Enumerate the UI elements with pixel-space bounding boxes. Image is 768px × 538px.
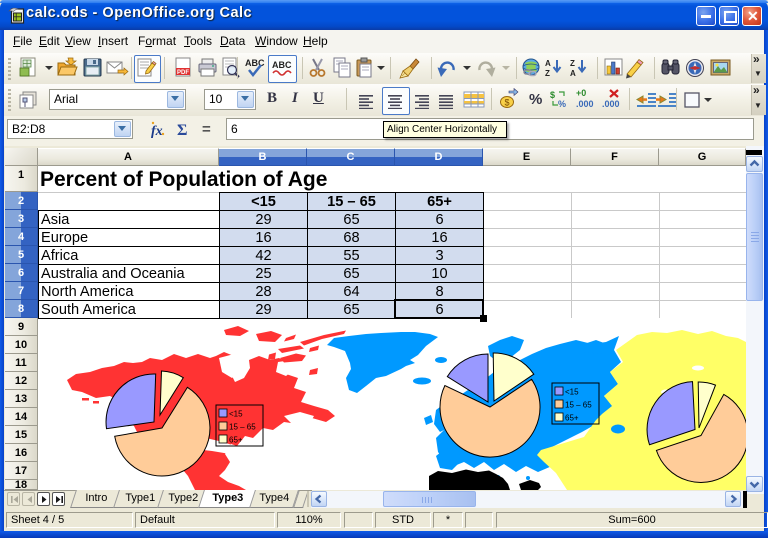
svg-text:65+: 65+ bbox=[229, 436, 243, 445]
svg-text:$: $ bbox=[505, 98, 510, 108]
svg-text:PDF: PDF bbox=[177, 70, 189, 76]
svg-text:Z: Z bbox=[545, 69, 550, 78]
svg-text:A: A bbox=[545, 59, 551, 68]
svg-text:fx: fx bbox=[151, 124, 163, 139]
svg-text:Σ: Σ bbox=[177, 122, 187, 139]
svg-text:15 – 65: 15 – 65 bbox=[229, 423, 256, 432]
svg-text:15 – 65: 15 – 65 bbox=[565, 401, 592, 410]
svg-text:+0: +0 bbox=[576, 88, 586, 98]
svg-text:ABC: ABC bbox=[245, 58, 265, 68]
svg-text:ABC: ABC bbox=[272, 60, 292, 70]
svg-text:65+: 65+ bbox=[565, 414, 579, 423]
svg-text:%: % bbox=[529, 91, 542, 108]
svg-text:$: $ bbox=[550, 90, 555, 100]
svg-text:%: % bbox=[558, 99, 566, 109]
svg-text:.000: .000 bbox=[576, 99, 594, 109]
svg-text:A: A bbox=[570, 69, 576, 78]
svg-text:<15: <15 bbox=[229, 410, 243, 419]
svg-text:<15: <15 bbox=[565, 388, 579, 397]
svg-text:=: = bbox=[202, 121, 211, 138]
svg-text:Z: Z bbox=[570, 59, 575, 68]
svg-text:.000: .000 bbox=[602, 99, 620, 109]
